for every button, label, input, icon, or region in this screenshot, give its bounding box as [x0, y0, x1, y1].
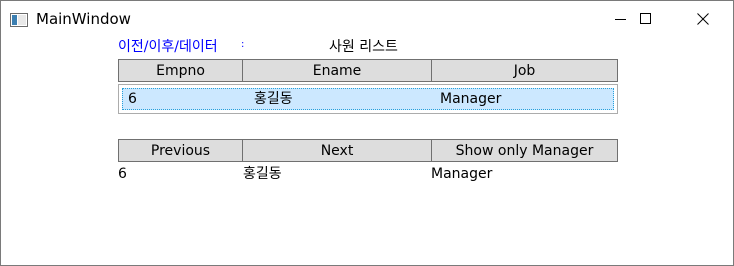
window-title: MainWindow	[36, 10, 131, 28]
list-item[interactable]: 6 홍길동 Manager	[122, 88, 614, 110]
detail-ename: 홍길동	[243, 166, 282, 182]
column-header-job[interactable]: Job	[431, 59, 618, 82]
nav-label-colon: :	[241, 39, 245, 50]
list-title: 사원 리스트	[329, 39, 398, 55]
list-item-ename: 홍길동	[254, 91, 293, 107]
employee-listbox[interactable]: 6 홍길동 Manager	[118, 84, 618, 114]
detail-job: Manager	[431, 166, 493, 182]
window-app-icon	[10, 12, 28, 27]
next-button[interactable]: Next	[242, 139, 432, 162]
main-window: MainWindow 이전/이후/데이터 : 사원 리스트 Empno Enam…	[0, 0, 734, 266]
close-button[interactable]	[680, 1, 726, 37]
client-area: 이전/이후/데이터 : 사원 리스트 Empno Ename Job 6 홍길동…	[1, 37, 733, 265]
show-only-manager-button[interactable]: Show only Manager	[431, 139, 618, 162]
maximize-icon	[640, 10, 652, 29]
column-header-ename[interactable]: Ename	[242, 59, 432, 82]
list-item-job: Manager	[440, 91, 502, 107]
title-bar[interactable]: MainWindow	[1, 1, 733, 37]
previous-button[interactable]: Previous	[118, 139, 243, 162]
nav-label: 이전/이후/데이터	[118, 39, 218, 55]
column-header-empno[interactable]: Empno	[118, 59, 243, 82]
close-icon	[697, 10, 709, 29]
detail-empno: 6	[118, 166, 127, 182]
maximize-button[interactable]	[623, 1, 669, 37]
list-item-empno: 6	[128, 91, 137, 107]
